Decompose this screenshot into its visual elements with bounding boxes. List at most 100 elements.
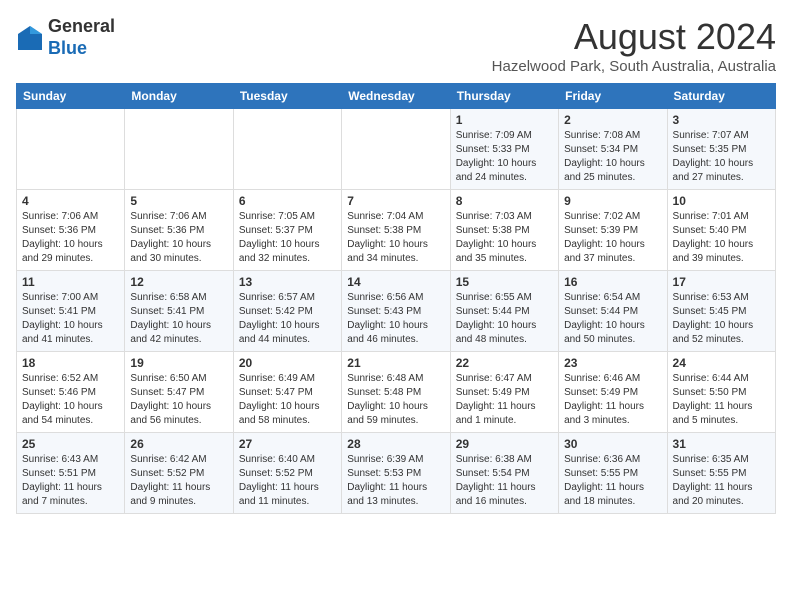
calendar-cell: 27 Sunrise: 6:40 AM Sunset: 5:52 PM Dayli… <box>233 433 341 514</box>
weekday-header-row: SundayMondayTuesdayWednesdayThursdayFrid… <box>17 84 776 109</box>
day-info: Sunrise: 7:02 AM Sunset: 5:39 PM Dayligh… <box>564 210 661 266</box>
logo-general: General <box>48 16 115 36</box>
weekday-header-thursday: Thursday <box>450 84 558 109</box>
day-info: Sunrise: 6:40 AM Sunset: 5:52 PM Dayligh… <box>239 453 336 509</box>
day-number: 25 <box>22 437 119 451</box>
day-number: 23 <box>564 356 661 370</box>
day-info: Sunrise: 6:43 AM Sunset: 5:51 PM Dayligh… <box>22 453 119 509</box>
logo-icon <box>16 24 44 52</box>
logo-text: General Blue <box>48 16 115 59</box>
calendar-week-row: 11 Sunrise: 7:00 AM Sunset: 5:41 PM Dayli… <box>17 271 776 352</box>
calendar-week-row: 25 Sunrise: 6:43 AM Sunset: 5:51 PM Dayli… <box>17 433 776 514</box>
day-info: Sunrise: 7:04 AM Sunset: 5:38 PM Dayligh… <box>347 210 444 266</box>
day-info: Sunrise: 6:58 AM Sunset: 5:41 PM Dayligh… <box>130 291 227 347</box>
day-info: Sunrise: 6:35 AM Sunset: 5:55 PM Dayligh… <box>673 453 770 509</box>
day-number: 12 <box>130 275 227 289</box>
calendar-cell <box>17 109 125 190</box>
day-number: 8 <box>456 194 553 208</box>
day-number: 10 <box>673 194 770 208</box>
calendar-cell: 12 Sunrise: 6:58 AM Sunset: 5:41 PM Dayli… <box>125 271 233 352</box>
day-info: Sunrise: 6:52 AM Sunset: 5:46 PM Dayligh… <box>22 372 119 428</box>
day-number: 17 <box>673 275 770 289</box>
day-info: Sunrise: 6:57 AM Sunset: 5:42 PM Dayligh… <box>239 291 336 347</box>
day-number: 22 <box>456 356 553 370</box>
calendar-cell: 10 Sunrise: 7:01 AM Sunset: 5:40 PM Dayli… <box>667 190 775 271</box>
weekday-header-sunday: Sunday <box>17 84 125 109</box>
day-number: 1 <box>456 113 553 127</box>
day-info: Sunrise: 7:07 AM Sunset: 5:35 PM Dayligh… <box>673 129 770 185</box>
day-number: 21 <box>347 356 444 370</box>
day-info: Sunrise: 6:55 AM Sunset: 5:44 PM Dayligh… <box>456 291 553 347</box>
day-info: Sunrise: 6:49 AM Sunset: 5:47 PM Dayligh… <box>239 372 336 428</box>
calendar-cell <box>342 109 450 190</box>
day-info: Sunrise: 6:53 AM Sunset: 5:45 PM Dayligh… <box>673 291 770 347</box>
day-info: Sunrise: 6:47 AM Sunset: 5:49 PM Dayligh… <box>456 372 553 428</box>
day-number: 26 <box>130 437 227 451</box>
day-number: 28 <box>347 437 444 451</box>
day-number: 4 <box>22 194 119 208</box>
location-subtitle: Hazelwood Park, South Australia, Austral… <box>492 58 776 75</box>
calendar-week-row: 1 Sunrise: 7:09 AM Sunset: 5:33 PM Daylig… <box>17 109 776 190</box>
calendar-cell: 4 Sunrise: 7:06 AM Sunset: 5:36 PM Daylig… <box>17 190 125 271</box>
day-info: Sunrise: 6:50 AM Sunset: 5:47 PM Dayligh… <box>130 372 227 428</box>
day-info: Sunrise: 6:48 AM Sunset: 5:48 PM Dayligh… <box>347 372 444 428</box>
calendar-cell <box>125 109 233 190</box>
calendar-cell: 18Sunrise: 6:52 AM Sunset: 5:46 PM Dayli… <box>17 352 125 433</box>
calendar-cell: 14 Sunrise: 6:56 AM Sunset: 5:43 PM Dayli… <box>342 271 450 352</box>
day-number: 14 <box>347 275 444 289</box>
calendar-week-row: 4 Sunrise: 7:06 AM Sunset: 5:36 PM Daylig… <box>17 190 776 271</box>
weekday-header-monday: Monday <box>125 84 233 109</box>
day-info: Sunrise: 7:05 AM Sunset: 5:37 PM Dayligh… <box>239 210 336 266</box>
calendar-table: SundayMondayTuesdayWednesdayThursdayFrid… <box>16 83 776 514</box>
calendar-cell: 22 Sunrise: 6:47 AM Sunset: 5:49 PM Dayli… <box>450 352 558 433</box>
day-number: 6 <box>239 194 336 208</box>
day-number: 2 <box>564 113 661 127</box>
day-number: 11 <box>22 275 119 289</box>
day-info: Sunrise: 7:06 AM Sunset: 5:36 PM Dayligh… <box>130 210 227 266</box>
day-info: Sunrise: 6:36 AM Sunset: 5:55 PM Dayligh… <box>564 453 661 509</box>
calendar-cell: 16Sunrise: 6:54 AM Sunset: 5:44 PM Dayli… <box>559 271 667 352</box>
day-number: 27 <box>239 437 336 451</box>
calendar-cell: 20 Sunrise: 6:49 AM Sunset: 5:47 PM Dayli… <box>233 352 341 433</box>
calendar-cell: 1 Sunrise: 7:09 AM Sunset: 5:33 PM Daylig… <box>450 109 558 190</box>
calendar-cell: 26Sunrise: 6:42 AM Sunset: 5:52 PM Dayli… <box>125 433 233 514</box>
day-info: Sunrise: 7:06 AM Sunset: 5:36 PM Dayligh… <box>22 210 119 266</box>
day-info: Sunrise: 6:38 AM Sunset: 5:54 PM Dayligh… <box>456 453 553 509</box>
day-info: Sunrise: 7:08 AM Sunset: 5:34 PM Dayligh… <box>564 129 661 185</box>
page-header: General Blue August 2024 Hazelwood Park,… <box>16 16 776 75</box>
month-title: August 2024 <box>492 16 776 58</box>
calendar-cell: 17 Sunrise: 6:53 AM Sunset: 5:45 PM Dayli… <box>667 271 775 352</box>
day-info: Sunrise: 7:01 AM Sunset: 5:40 PM Dayligh… <box>673 210 770 266</box>
calendar-cell: 5Sunrise: 7:06 AM Sunset: 5:36 PM Daylig… <box>125 190 233 271</box>
day-number: 29 <box>456 437 553 451</box>
day-number: 3 <box>673 113 770 127</box>
calendar-cell: 21 Sunrise: 6:48 AM Sunset: 5:48 PM Dayli… <box>342 352 450 433</box>
day-info: Sunrise: 7:03 AM Sunset: 5:38 PM Dayligh… <box>456 210 553 266</box>
day-number: 24 <box>673 356 770 370</box>
day-number: 30 <box>564 437 661 451</box>
calendar-cell: 11 Sunrise: 7:00 AM Sunset: 5:41 PM Dayli… <box>17 271 125 352</box>
calendar-cell <box>233 109 341 190</box>
day-info: Sunrise: 6:56 AM Sunset: 5:43 PM Dayligh… <box>347 291 444 347</box>
day-number: 31 <box>673 437 770 451</box>
day-info: Sunrise: 7:09 AM Sunset: 5:33 PM Dayligh… <box>456 129 553 185</box>
calendar-cell: 24 Sunrise: 6:44 AM Sunset: 5:50 PM Dayli… <box>667 352 775 433</box>
calendar-cell: 19 Sunrise: 6:50 AM Sunset: 5:47 PM Dayli… <box>125 352 233 433</box>
calendar-cell: 9Sunrise: 7:02 AM Sunset: 5:39 PM Daylig… <box>559 190 667 271</box>
day-info: Sunrise: 6:44 AM Sunset: 5:50 PM Dayligh… <box>673 372 770 428</box>
title-area: August 2024 Hazelwood Park, South Austra… <box>492 16 776 75</box>
calendar-cell: 25 Sunrise: 6:43 AM Sunset: 5:51 PM Dayli… <box>17 433 125 514</box>
calendar-week-row: 18Sunrise: 6:52 AM Sunset: 5:46 PM Dayli… <box>17 352 776 433</box>
day-info: Sunrise: 7:00 AM Sunset: 5:41 PM Dayligh… <box>22 291 119 347</box>
calendar-cell: 29 Sunrise: 6:38 AM Sunset: 5:54 PM Dayli… <box>450 433 558 514</box>
weekday-header-friday: Friday <box>559 84 667 109</box>
day-number: 13 <box>239 275 336 289</box>
calendar-cell: 13 Sunrise: 6:57 AM Sunset: 5:42 PM Dayli… <box>233 271 341 352</box>
calendar-cell: 7Sunrise: 7:04 AM Sunset: 5:38 PM Daylig… <box>342 190 450 271</box>
logo-blue: Blue <box>48 38 87 58</box>
logo: General Blue <box>16 16 115 59</box>
calendar-cell: 31 Sunrise: 6:35 AM Sunset: 5:55 PM Dayli… <box>667 433 775 514</box>
calendar-cell: 8 Sunrise: 7:03 AM Sunset: 5:38 PM Daylig… <box>450 190 558 271</box>
day-number: 20 <box>239 356 336 370</box>
day-number: 19 <box>130 356 227 370</box>
